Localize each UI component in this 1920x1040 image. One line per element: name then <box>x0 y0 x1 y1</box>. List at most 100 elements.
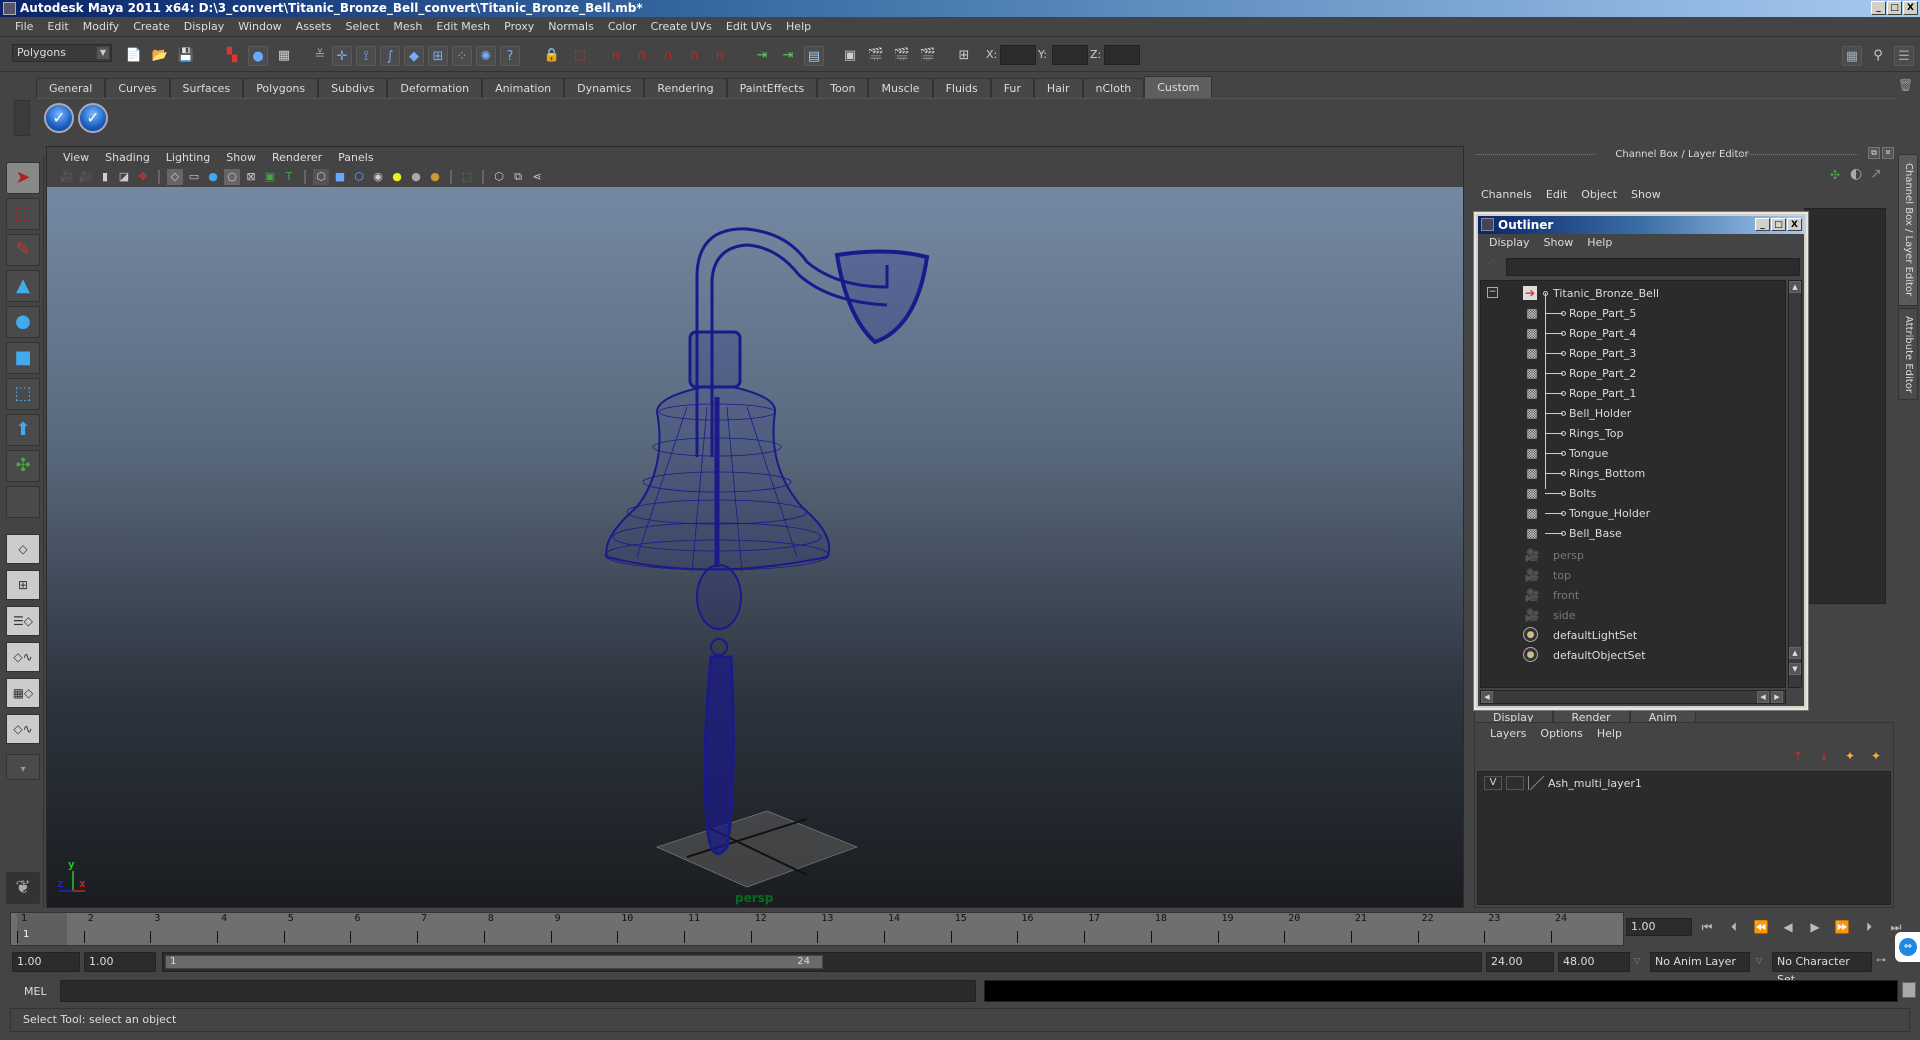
shelf-tab-painteffects[interactable]: PaintEffects <box>726 78 818 98</box>
snap-to-view-planes-icon[interactable]: ∩ <box>684 46 704 66</box>
render-view-icon[interactable]: ▣ <box>840 46 860 66</box>
open-scene-icon[interactable]: 📂 <box>150 46 170 66</box>
play-forwards-icon[interactable]: ▶ <box>1806 918 1824 936</box>
manipulator-icon[interactable]: ✣ <box>1830 168 1840 182</box>
ipr-render-icon[interactable]: 🎬 <box>892 46 912 66</box>
channel-menu-channels[interactable]: Channels <box>1474 188 1539 201</box>
outliner-item-mesh[interactable]: ▩ Rope_Part_3 <box>1481 343 1781 363</box>
select-tool-icon[interactable]: ➤ <box>6 162 40 194</box>
select-dynamics-icon[interactable]: ⁘ <box>452 46 472 66</box>
viewport-menu-panels[interactable]: Panels <box>330 151 381 164</box>
construction-history-icon[interactable]: ▤ <box>804 46 824 66</box>
scroll-right-icon[interactable]: ▶ <box>1771 691 1783 703</box>
close-button[interactable]: X <box>1903 1 1918 15</box>
side-tab-channel-box[interactable]: Channel Box / Layer Editor <box>1898 154 1918 306</box>
four-view-layout-icon[interactable]: ⊞ <box>6 570 40 600</box>
maximize-button[interactable]: □ <box>1887 1 1902 15</box>
new-empty-layer-icon[interactable]: ✦ <box>1841 747 1859 765</box>
shelf-tab-rendering[interactable]: Rendering <box>644 78 727 98</box>
channel-menu-object[interactable]: Object <box>1574 188 1624 201</box>
shelf-tab-dynamics[interactable]: Dynamics <box>564 78 645 98</box>
show-manipulator-icon[interactable]: ✣ <box>6 450 40 482</box>
viewport-menu-renderer[interactable]: Renderer <box>264 151 330 164</box>
viewport-menu-lighting[interactable]: Lighting <box>158 151 218 164</box>
camera-attributes-icon[interactable]: 🎥 <box>78 169 94 185</box>
gate-mask-icon[interactable]: ○ <box>224 169 240 185</box>
channel-box-toggle-icon[interactable]: ☰ <box>1894 46 1914 66</box>
range-slider-handle[interactable]: 1 24 <box>165 955 823 969</box>
menu-edit-mesh[interactable]: Edit Mesh <box>429 20 497 33</box>
step-forward-key-icon[interactable]: ⏩ <box>1833 918 1851 936</box>
layer-menu-options[interactable]: Options <box>1533 727 1589 740</box>
teamviewer-widget[interactable]: ⇔ <box>1895 932 1920 962</box>
menu-modify[interactable]: Modify <box>76 20 126 33</box>
select-curves-icon[interactable]: ∫ <box>380 46 400 66</box>
playback-start-field[interactable]: 1.00 <box>84 952 156 972</box>
outliner-item-camera[interactable]: 🎥 front <box>1481 585 1781 605</box>
image-plane-icon[interactable]: ◪ <box>116 169 132 185</box>
shelf-tab-hair[interactable]: Hair <box>1033 78 1083 98</box>
outliner-item-mesh[interactable]: ▩ Tongue_Holder <box>1481 503 1781 523</box>
transform-field-icon[interactable]: ⊞ <box>954 46 974 66</box>
bookmarks-icon[interactable]: ▮ <box>97 169 113 185</box>
move-layer-up-icon[interactable]: ⇡ <box>1789 747 1807 765</box>
x-field[interactable] <box>1000 45 1036 65</box>
outliner-item-mesh[interactable]: ▩ Rope_Part_5 <box>1481 303 1781 323</box>
outliner-minimize-button[interactable]: _ <box>1755 218 1770 231</box>
z-field[interactable] <box>1104 45 1140 65</box>
outliner-item-mesh[interactable]: ▩ Rope_Part_2 <box>1481 363 1781 383</box>
viewport-scene[interactable]: y z x persp <box>47 187 1463 907</box>
highlight-selection-icon[interactable]: ⬚ <box>570 46 590 66</box>
outliner-item-camera[interactable]: 🎥 top <box>1481 565 1781 585</box>
persp-outliner-graph-layout-icon[interactable]: ◇∿ <box>6 714 40 744</box>
side-tab-attribute-editor[interactable]: Attribute Editor <box>1898 308 1918 400</box>
output-operations-icon[interactable]: ⇥ <box>778 46 798 66</box>
make-live-icon[interactable]: ∩ <box>710 46 730 66</box>
shelf-tab-fluids[interactable]: Fluids <box>932 78 991 98</box>
outliner-item-mesh[interactable]: ▩ Rings_Top <box>1481 423 1781 443</box>
select-deformations-icon[interactable]: ⊞ <box>428 46 448 66</box>
anim-layer-dropdown[interactable]: No Anim Layer <box>1650 952 1750 972</box>
render-settings-icon[interactable]: 🎬 <box>918 46 938 66</box>
smooth-shade-icon[interactable]: ■ <box>332 169 348 185</box>
shelf-menu-button[interactable] <box>14 100 30 136</box>
menu-mesh[interactable]: Mesh <box>386 20 429 33</box>
trash-icon[interactable]: 🗑 <box>1898 78 1913 92</box>
shelf-tab-muscle[interactable]: Muscle <box>868 78 933 98</box>
mel-label[interactable]: MEL <box>24 985 47 998</box>
playback-end-field[interactable]: 24.00 <box>1486 952 1554 972</box>
outliner-item-set[interactable]: ● defaultObjectSet <box>1481 645 1781 665</box>
script-editor-icon[interactable] <box>1902 982 1916 998</box>
animation-start-field[interactable]: 1.00 <box>12 952 80 972</box>
shelf-tab-animation[interactable]: Animation <box>482 78 565 98</box>
select-by-hierarchy-icon[interactable]: ▚ <box>222 46 242 66</box>
select-by-component-icon[interactable]: ▦ <box>274 46 294 66</box>
layer-row[interactable]: V Ash_multi_layer1 <box>1484 775 1642 791</box>
collapse-toggle-icon[interactable]: − <box>1487 287 1498 298</box>
attribute-editor-toggle-icon[interactable]: ▦ <box>1842 46 1862 66</box>
new-layer-from-selected-icon[interactable]: ✦ <box>1867 747 1885 765</box>
time-slider[interactable]: 1 1 2 3 4 5 6 7 8 9 10 11 12 13 14 15 16 17 18 19 20 21 22 23 2… <box>10 912 1624 946</box>
menu-proxy[interactable]: Proxy <box>497 20 541 33</box>
outliner-horizontal-scrollbar[interactable]: ◀ ◀ ▶ <box>1480 690 1786 704</box>
scroll-up-icon[interactable]: ▲ <box>1789 281 1801 293</box>
outliner-item-set[interactable]: ● defaultLightSet <box>1481 625 1781 645</box>
shelf-tab-surfaces[interactable]: Surfaces <box>169 78 244 98</box>
menu-assets[interactable]: Assets <box>289 20 339 33</box>
menu-display[interactable]: Display <box>177 20 232 33</box>
arrow-icon[interactable]: ↗ <box>1870 166 1882 182</box>
persp-graph-layout-icon[interactable]: ◇∿ <box>6 642 40 672</box>
character-set-dropdown[interactable]: No Character Set <box>1772 952 1872 986</box>
last-tool-slot[interactable] <box>6 486 40 518</box>
outliner-filter-field[interactable] <box>1506 258 1800 276</box>
outliner-maximize-button[interactable]: □ <box>1771 218 1786 231</box>
xray-icon[interactable]: ⬡ <box>491 169 507 185</box>
viewport-menu-view[interactable]: View <box>55 151 97 164</box>
wireframe-icon[interactable]: ⬡ <box>313 169 329 185</box>
float-panel-button[interactable]: ⧉ <box>1868 147 1880 159</box>
scale-tool-icon[interactable]: ■ <box>6 342 40 374</box>
scroll-up-icon[interactable]: ▲ <box>1789 647 1801 659</box>
maya-logo-icon[interactable]: ❦ <box>6 872 40 904</box>
textured-icon[interactable]: ◉ <box>370 169 386 185</box>
menu-normals[interactable]: Normals <box>541 20 601 33</box>
